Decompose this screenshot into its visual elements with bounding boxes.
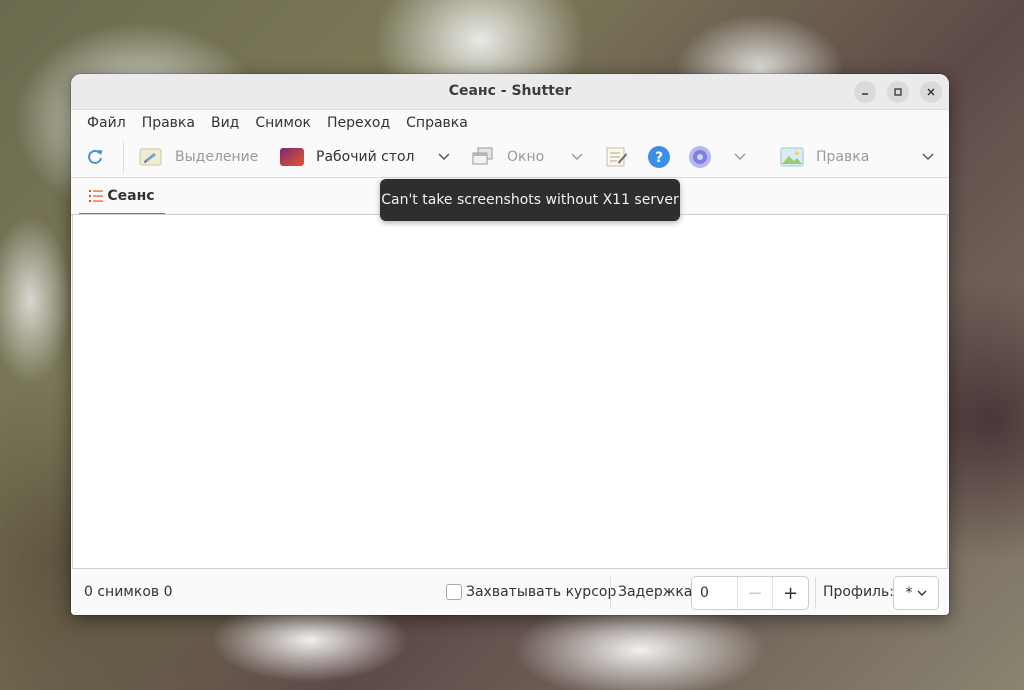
web-icon — [689, 146, 711, 168]
edit-label: Правка — [816, 149, 870, 165]
shutter-window: Сеанс - Shutter Файл Правка Вид Снимок П… — [71, 74, 949, 615]
session-content-area[interactable] — [72, 214, 948, 569]
edit-dropdown-button[interactable] — [922, 136, 934, 178]
tab-session[interactable]: Сеанс — [79, 178, 165, 216]
capture-cursor-checkbox[interactable] — [446, 584, 462, 600]
profile-value: * — [905, 585, 913, 601]
refresh-button[interactable] — [85, 136, 105, 178]
selection-icon — [139, 148, 162, 166]
delay-decrement-button[interactable]: − — [738, 577, 773, 609]
tooltip: Can't take screenshots without X11 serve… — [380, 179, 680, 221]
menu-screenshot[interactable]: Снимок — [247, 115, 319, 131]
screenshot-count: 0 снимков 0 — [84, 584, 173, 600]
svg-text:?: ? — [655, 150, 663, 166]
statusbar: 0 снимков 0 Захватывать курсор Задержка:… — [71, 570, 949, 615]
window-button[interactable]: Окно — [472, 136, 544, 178]
delay-spinbutton[interactable]: 0 − + — [691, 576, 809, 610]
image-edit-icon — [780, 147, 804, 167]
profile-label: Профиль: — [823, 584, 894, 600]
minimize-icon — [862, 93, 868, 95]
desktop-icon — [280, 148, 304, 166]
minimize-button[interactable] — [854, 81, 876, 103]
menu-view[interactable]: Вид — [203, 115, 247, 131]
desktop-label: Рабочий стол — [316, 149, 415, 165]
edit-button[interactable]: Правка — [780, 136, 869, 178]
refresh-icon — [88, 149, 103, 164]
desktop-button[interactable]: Рабочий стол — [280, 136, 415, 178]
desktop-dropdown-button[interactable] — [438, 136, 450, 178]
selection-label: Выделение — [175, 149, 259, 165]
window-title: Сеанс - Shutter — [448, 83, 572, 99]
window-icon — [472, 147, 493, 165]
delay-label: Задержка: — [618, 584, 698, 600]
menu-file[interactable]: Файл — [79, 115, 134, 131]
titlebar[interactable]: Сеанс - Shutter — [71, 74, 949, 110]
menu-go[interactable]: Переход — [319, 115, 398, 131]
capture-cursor-label[interactable]: Захватывать курсор — [466, 584, 616, 600]
close-button[interactable] — [920, 81, 942, 103]
chevron-down-icon — [922, 153, 934, 161]
chevron-down-icon — [734, 153, 746, 161]
text-editor-icon — [606, 147, 627, 167]
statusbar-separator — [815, 577, 816, 609]
maximize-icon — [894, 88, 902, 96]
chevron-down-icon — [571, 153, 583, 161]
delay-value-input[interactable]: 0 — [692, 577, 738, 609]
toolbar: Выделение Рабочий стол Окно ? Правка — [71, 136, 949, 178]
selection-button[interactable]: Выделение — [139, 136, 258, 178]
close-icon — [927, 88, 935, 96]
web-dropdown-button[interactable] — [734, 136, 746, 178]
help-button[interactable]: ? — [647, 136, 671, 178]
list-icon — [89, 189, 104, 202]
chevron-down-icon — [917, 590, 926, 596]
chevron-down-icon — [438, 153, 450, 161]
editor-button[interactable] — [606, 136, 628, 178]
window-label: Окно — [507, 149, 545, 165]
delay-increment-button[interactable]: + — [773, 577, 808, 609]
menu-help[interactable]: Справка — [398, 115, 476, 131]
statusbar-separator — [610, 577, 611, 609]
window-dropdown-button[interactable] — [571, 136, 583, 178]
maximize-button[interactable] — [887, 81, 909, 103]
menu-edit[interactable]: Правка — [134, 115, 203, 131]
tab-session-label: Сеанс — [107, 187, 155, 204]
help-icon: ? — [648, 146, 670, 168]
toolbar-separator — [123, 141, 124, 173]
web-button[interactable] — [688, 136, 712, 178]
profile-combobox[interactable]: * — [893, 576, 939, 610]
menubar: Файл Правка Вид Снимок Переход Справка — [71, 110, 949, 136]
